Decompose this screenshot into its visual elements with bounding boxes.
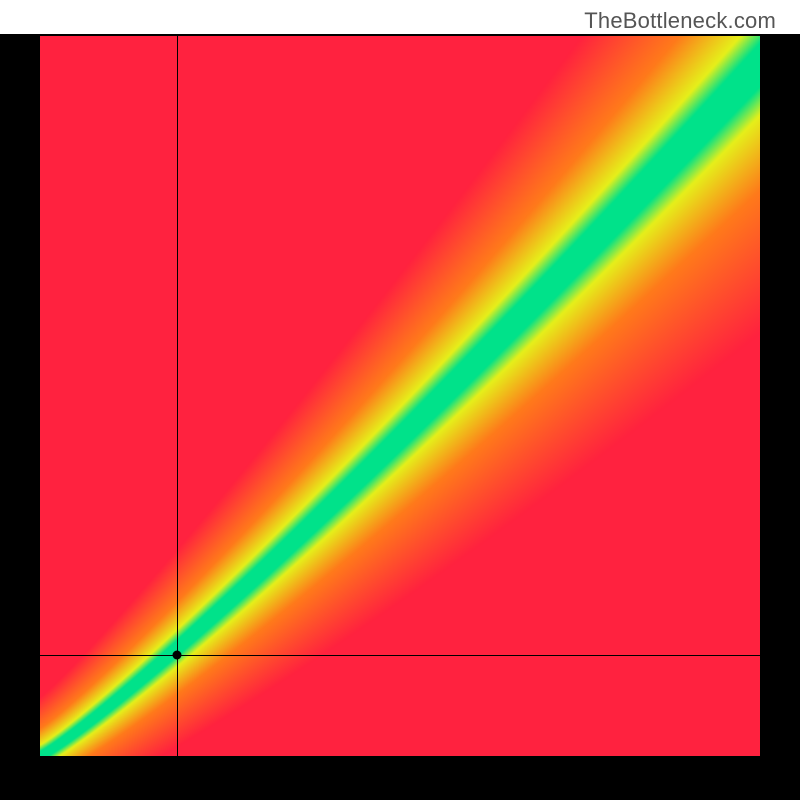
chart-container: TheBottleneck.com	[0, 0, 800, 800]
crosshair-vertical	[177, 36, 178, 756]
watermark-text: TheBottleneck.com	[584, 8, 776, 34]
data-point-marker	[172, 651, 181, 660]
heatmap-canvas	[40, 36, 760, 756]
crosshair-horizontal	[40, 655, 760, 656]
